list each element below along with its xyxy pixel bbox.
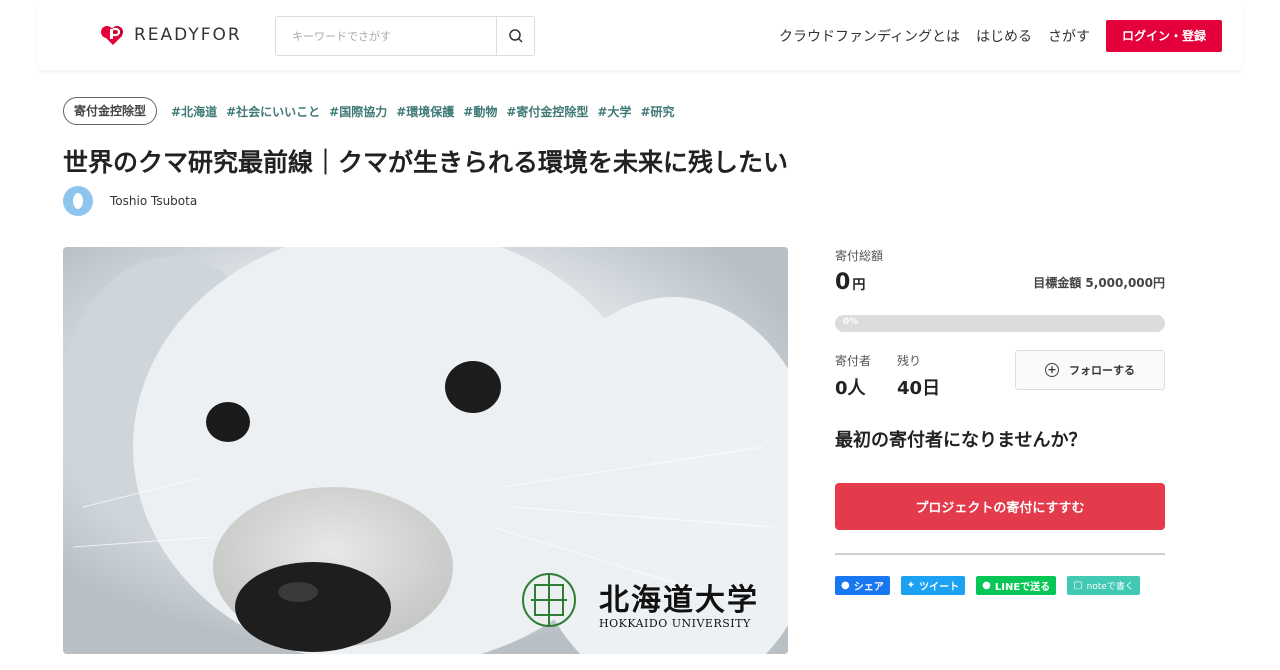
tag-link[interactable]: #北海道 (171, 103, 217, 120)
cta-question: 最初の寄付者になりませんか？ (835, 430, 1087, 451)
remaining-label: 残り (897, 354, 922, 368)
line-share-label: LINEで送る (994, 582, 1051, 593)
plus-circle-icon: + (1045, 363, 1059, 377)
tag-link[interactable]: #国際協力 (329, 103, 387, 120)
note-share-label: noteで書く (1086, 582, 1134, 592)
avatar (63, 186, 93, 216)
search-input[interactable] (276, 17, 496, 55)
goal-amount: 目標金額 5,000,000円 (1033, 276, 1165, 290)
facebook-icon: ● (841, 580, 850, 591)
tag-link[interactable]: #研究 (640, 103, 674, 120)
login-register-button[interactable]: ログイン・登録 (1105, 20, 1222, 52)
note-share-button[interactable]: ▢ noteで書く (1067, 576, 1140, 595)
tag-link[interactable]: #動物 (463, 103, 497, 120)
nav-about-crowdfunding[interactable]: クラウドファンディングとは (779, 26, 960, 46)
stats-row: 寄付者 0人 残り 40日 + フォローする (835, 350, 1165, 400)
university-name-jp: 北海道大学 (599, 583, 759, 618)
tag-link[interactable]: #大学 (597, 103, 631, 120)
university-name-en: HOKKAIDO UNIVERSITY (599, 617, 751, 630)
remaining-value: 40日 (897, 378, 941, 399)
nav-search[interactable]: さがす (1048, 26, 1090, 46)
search-button[interactable] (496, 17, 534, 55)
main-nav: クラウドファンディングとは はじめる さがす ログイン・登録 (763, 20, 1222, 52)
logo-text: READYFOR (134, 25, 242, 45)
remaining-stat: 残り 40日 (897, 352, 940, 400)
university-caption: 北海道大学 HOKKAIDO UNIVERSITY (599, 575, 759, 630)
twitter-share-button[interactable]: ✦ ツイート (900, 576, 966, 595)
follow-label: フォローする (1069, 364, 1135, 377)
project-title: 世界のクマ研究最前線｜クマが生きられる環境を未来に残したい (63, 148, 789, 177)
share-buttons: ● シェア ✦ ツイート ● LINEで送る ▢ noteで書く (835, 576, 1165, 595)
tag-link[interactable]: #環境保護 (396, 103, 454, 120)
project-author[interactable]: Toshio Tsubota (63, 186, 197, 216)
facebook-share-button[interactable]: ● シェア (835, 576, 890, 595)
total-unit: 円 (852, 278, 866, 293)
progress-percent: 0% (843, 317, 859, 327)
readyfor-logo[interactable]: READYFOR (100, 24, 242, 46)
site-header: READYFOR クラウドファンディングとは はじめる さがす ログイン・登録 (38, 0, 1242, 70)
funding-panel: 寄付総額 0円 目標金額 5,000,000円 0% 寄付者 0人 残り 40日… (835, 247, 1165, 595)
category-pill[interactable]: 寄付金控除型 (63, 97, 158, 125)
line-icon: ● (982, 580, 991, 591)
logo-mark-icon (101, 26, 123, 45)
follow-button[interactable]: + フォローする (1015, 350, 1165, 390)
tag-link[interactable]: #社会にいいこと (226, 103, 320, 120)
total-amount: 0円 (835, 270, 865, 295)
line-share-button[interactable]: ● LINEで送る (976, 576, 1057, 595)
twitter-icon: ✦ (906, 580, 916, 591)
total-label: 寄付総額 (835, 249, 884, 263)
progress-bar: 0% (835, 315, 1165, 332)
total-value: 0 (835, 270, 851, 295)
twitter-share-label: ツイート (919, 582, 960, 593)
tag-link[interactable]: #寄付金控除型 (506, 103, 588, 120)
author-name: Toshio Tsubota (110, 194, 198, 208)
project-tags: 寄付金控除型 #北海道 #社会にいいこと #国際協力 #環境保護 #動物 #寄付… (63, 97, 684, 125)
donors-value: 0人 (835, 378, 866, 399)
facebook-share-label: シェア (853, 582, 884, 593)
divider (835, 553, 1165, 555)
total-row: 0円 目標金額 5,000,000円 (835, 270, 1165, 295)
search-box (275, 16, 535, 56)
search-icon (508, 29, 523, 43)
donate-button[interactable]: プロジェクトの寄付にすすむ (835, 483, 1165, 530)
note-icon: ▢ (1073, 580, 1083, 591)
donors-stat: 寄付者 0人 (835, 352, 871, 400)
nav-start[interactable]: はじめる (976, 26, 1032, 46)
donors-label: 寄付者 (835, 354, 872, 368)
